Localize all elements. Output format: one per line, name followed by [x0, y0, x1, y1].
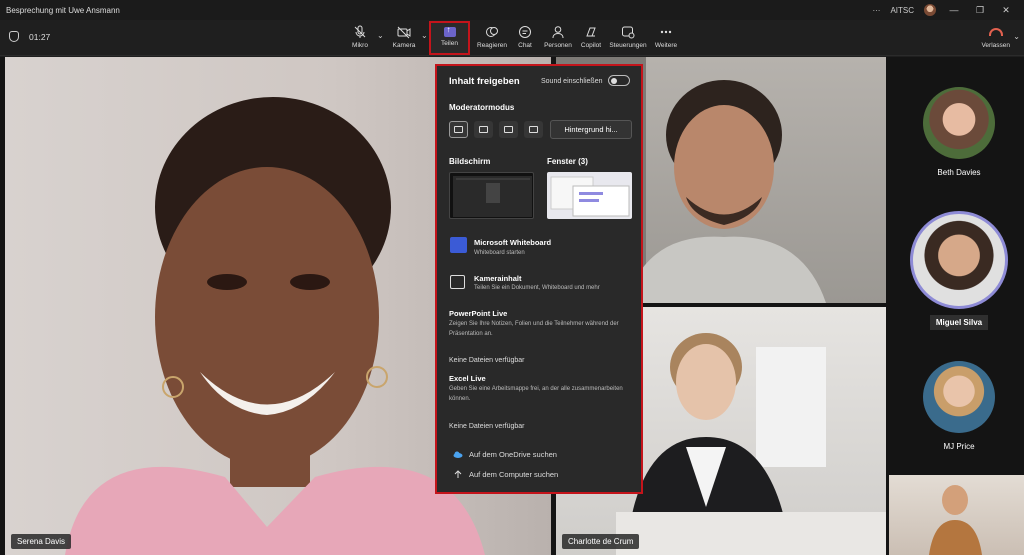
react-label: Reagieren — [477, 42, 507, 49]
sound-label: Sound einschließen — [541, 78, 603, 85]
chat-icon — [519, 26, 531, 38]
timer-text: 01:27 — [29, 31, 51, 42]
copilot-icon — [586, 27, 596, 37]
mode-content-only-button[interactable] — [449, 121, 468, 138]
side-participant-3[interactable]: MJ Price — [923, 361, 995, 451]
share-label: Teilen — [441, 40, 458, 47]
screen-thumbnail[interactable] — [449, 172, 534, 219]
meeting-timer: 01:27 — [9, 31, 50, 42]
more-label: Weitere — [654, 42, 678, 49]
window-preview — [550, 176, 630, 217]
leave-button[interactable]: Verlassen — [981, 24, 1010, 49]
camera-label: Kamera — [392, 42, 416, 49]
no-files-2: Keine Dateien verfügbar — [449, 423, 525, 430]
background-button[interactable]: Hintergrund hi... — [550, 120, 632, 139]
powerpoint-title[interactable]: PowerPoint Live — [449, 309, 507, 318]
close-button[interactable]: ✕ — [998, 5, 1014, 16]
window-heading: Fenster (3) — [547, 157, 588, 166]
people-icon — [552, 26, 564, 39]
mic-button[interactable]: Mikro — [340, 23, 380, 53]
shield-icon — [9, 31, 19, 42]
camera-content-title[interactable]: Kamerainhalt — [474, 274, 522, 283]
hang-up-phone-icon — [988, 28, 1003, 36]
react-emoji-icon — [486, 27, 498, 37]
share-content-panel: Inhalt freigeben Sound einschließen Mode… — [435, 64, 643, 494]
computer-label: Auf dem Computer suchen — [469, 470, 559, 479]
reporter-icon — [529, 126, 538, 133]
copilot-button[interactable]: Copilot — [571, 23, 611, 53]
controls-icon — [622, 26, 635, 39]
window-thumbnail[interactable] — [547, 172, 632, 219]
participant-name: Miguel Silva — [929, 315, 989, 330]
presenter-mode-heading: Moderatormodus — [449, 103, 515, 112]
title-bar: Besprechung mit Uwe Ansmann ··· AITSC — … — [0, 0, 1024, 20]
mic-options-chevron-icon[interactable]: ⌄ — [377, 31, 384, 40]
whiteboard-title[interactable]: Microsoft Whiteboard — [474, 238, 551, 247]
computer-search-link[interactable]: Auf dem Computer suchen — [453, 470, 558, 479]
share-icon — [443, 25, 456, 37]
minimize-button[interactable]: — — [946, 5, 962, 15]
self-video-tile[interactable] — [889, 475, 1024, 555]
camera-content-icon — [450, 275, 465, 289]
user-avatar[interactable] — [924, 4, 936, 16]
maximize-button[interactable]: ❐ — [972, 5, 988, 16]
onedrive-search-link[interactable]: Auf dem OneDrive suchen — [453, 450, 557, 459]
upload-icon — [454, 470, 462, 478]
controls-button[interactable]: Steuerungen — [608, 23, 648, 53]
participant-name-tag: Serena Davis — [11, 534, 72, 549]
side-participant-2[interactable]: Miguel Silva — [910, 211, 1008, 330]
whiteboard-icon — [450, 237, 467, 253]
org-label: AITSC — [890, 5, 914, 15]
no-files-1: Keine Dateien verfügbar — [449, 357, 525, 364]
participant-name-tag: Charlotte de Crum — [562, 534, 640, 549]
camera-content-subtitle: Teilen Sie ein Dokument, Whiteboard und … — [474, 285, 600, 291]
chat-label: Chat — [518, 42, 532, 49]
leave-label: Verlassen — [981, 42, 1010, 49]
copilot-label: Copilot — [580, 42, 602, 49]
self-video — [929, 485, 982, 555]
include-sound-toggle[interactable] — [608, 75, 630, 86]
excel-title[interactable]: Excel Live — [449, 374, 486, 383]
powerpoint-subtitle: Zeigen Sie Ihre Notizen, Folien und die … — [449, 321, 619, 337]
mode-side-by-side-button[interactable] — [499, 121, 518, 138]
screen-preview — [453, 176, 532, 217]
camera-off-icon — [397, 26, 411, 39]
mode-reporter-button[interactable] — [524, 121, 543, 138]
onedrive-cloud-icon — [453, 451, 463, 458]
mic-label: Mikro — [352, 42, 368, 49]
more-dots-icon — [660, 30, 672, 34]
mic-off-icon — [354, 25, 366, 38]
onedrive-label: Auf dem OneDrive suchen — [469, 450, 557, 459]
share-button[interactable]: Teilen — [429, 21, 470, 55]
content-only-icon — [454, 126, 463, 133]
leave-options-chevron-icon[interactable]: ⌄ — [1013, 32, 1020, 41]
more-button[interactable]: Weitere — [646, 23, 686, 53]
controls-label: Steuerungen — [609, 42, 647, 49]
camera-button[interactable]: Kamera — [384, 23, 424, 53]
avatar — [923, 87, 995, 159]
participant-name: MJ Price — [943, 442, 975, 451]
more-options-icon[interactable]: ··· — [872, 6, 880, 15]
panel-title: Inhalt freigeben — [449, 76, 520, 87]
side-by-side-icon — [504, 126, 513, 133]
mode-standout-button[interactable] — [474, 121, 493, 138]
excel-subtitle: Geben Sie eine Arbeitsmappe frei, an der… — [449, 386, 623, 402]
window-title: Besprechung mit Uwe Ansmann — [6, 5, 120, 15]
camera-options-chevron-icon[interactable]: ⌄ — [421, 31, 428, 40]
meeting-toolbar: 01:27 Mikro ⌄ Kamera ⌄ Teilen Reagieren … — [0, 20, 1024, 56]
whiteboard-subtitle: Whiteboard starten — [474, 250, 525, 256]
people-label: Personen — [544, 42, 572, 49]
side-participant-1[interactable]: Beth Davies — [923, 87, 995, 177]
participant-name: Beth Davies — [937, 168, 981, 177]
avatar — [923, 361, 995, 433]
screen-heading: Bildschirm — [449, 157, 491, 166]
avatar — [910, 211, 1008, 309]
standout-icon — [479, 126, 488, 133]
